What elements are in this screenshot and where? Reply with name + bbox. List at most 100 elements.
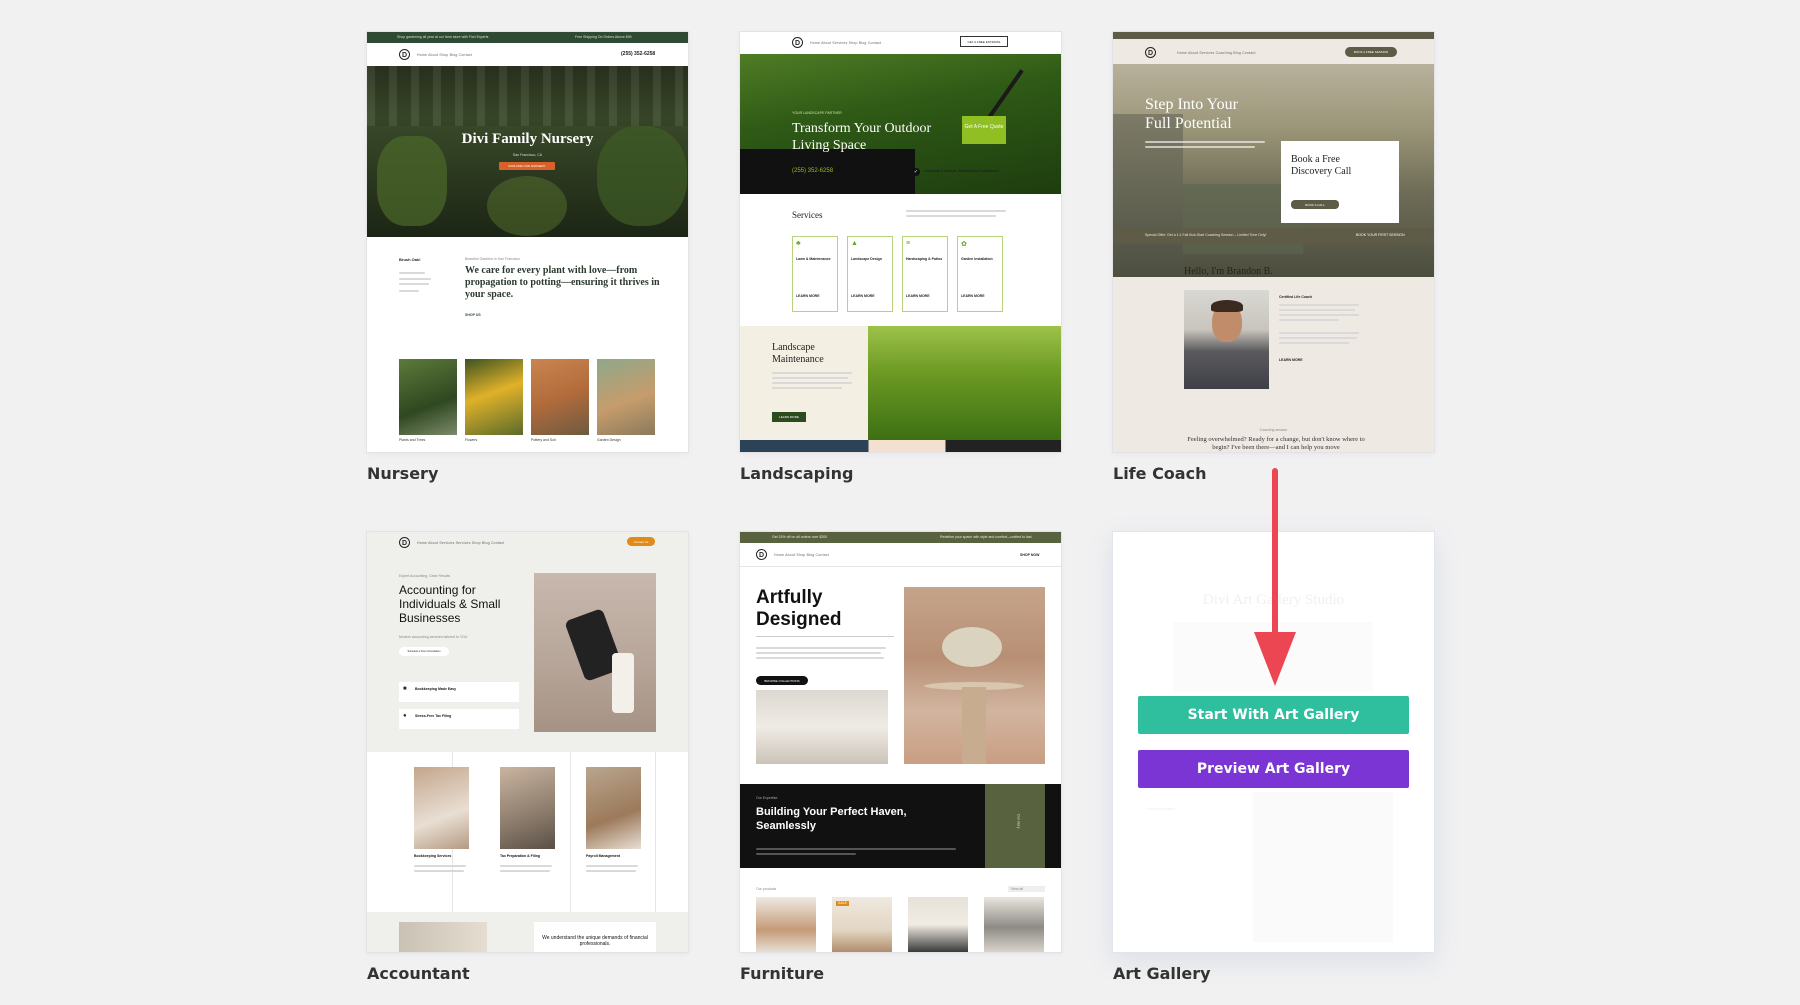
check-icon: ✓ [912, 168, 920, 176]
furniture-banner-title: Building Your Perfect Haven, Seamlessly [756, 806, 907, 832]
landscaping-grass-image [868, 326, 1061, 440]
accountant-service-title: Payroll Management [586, 854, 621, 858]
service-link[interactable]: LEARN MORE [961, 294, 985, 299]
coach-hello: Hello, I'm Brandon B. [1184, 266, 1273, 277]
landscaping-maint-title: Landscape Maintenance [772, 342, 824, 365]
coach-offer-link[interactable]: BOOK YOUR FIRST SESSION [1356, 233, 1405, 238]
leaf-icon: ♣ [796, 240, 801, 247]
service-title: Garden Installation [961, 257, 993, 261]
product-label: Plants and Trees [399, 438, 426, 442]
coach-nav-button[interactable]: BOOK A FREE SESSION [1345, 47, 1397, 57]
arrow-down-icon [1254, 468, 1296, 686]
plant-icon: ✿ [961, 241, 967, 248]
template-card-furniture[interactable]: Get 15% off on all orders over $200 Rede… [740, 532, 1061, 952]
furniture-product-image [756, 897, 816, 952]
furniture-hero-button[interactable]: BROWSE COLLECTIONS [756, 676, 808, 685]
service-card[interactable] [792, 236, 838, 312]
divi-logo-icon: D [399, 537, 410, 548]
template-name-landscaping: Landscaping [740, 464, 854, 483]
service-link[interactable]: LEARN MORE [851, 294, 875, 299]
landscaping-quote-button[interactable]: Get A Free Quote [962, 116, 1006, 144]
nursery-shipping-text: Free Shipping On Orders Above $99 [575, 35, 632, 39]
accountant-bottom-image [399, 922, 487, 952]
coach-portrait [1184, 290, 1269, 389]
furniture-view-all[interactable]: View all [1008, 886, 1045, 892]
nursery-intro-link[interactable]: SHOP US [465, 313, 481, 317]
gallery-ghost-text: Curated exhibitions [1145, 807, 1175, 811]
template-card-nursery[interactable]: Shop gardening all year at our farm stor… [367, 32, 688, 452]
template-card-life-coach[interactable]: D Home About Services Coaching Blog Cont… [1113, 32, 1434, 452]
coach-bottom-text: Feeling overwhelmed? Ready for a change,… [1187, 436, 1365, 451]
divi-logo-icon: D [1145, 47, 1156, 58]
furniture-promo-left: Get 15% off on all orders over $200 [772, 535, 828, 539]
furniture-nav-button[interactable]: SHOP NOW [1020, 553, 1039, 558]
preview-art-gallery-button[interactable]: Preview Art Gallery [1138, 750, 1409, 788]
nursery-phone: (255) 352-6258 [621, 51, 656, 57]
landscaping-hero-title: Transform Your Outdoor Living Space [792, 121, 932, 153]
sale-badge: SALE [836, 901, 849, 906]
furniture-side-panel: Our story [985, 784, 1045, 868]
service-link[interactable]: LEARN MORE [906, 294, 930, 299]
accountant-nav-button[interactable]: Contact Us [627, 537, 655, 546]
furniture-products-caption: Our products [756, 887, 777, 891]
start-with-art-gallery-button[interactable]: Start With Art Gallery [1138, 696, 1409, 734]
template-card-accountant[interactable]: D Home About Services Services Shop Blog… [367, 532, 688, 952]
nursery-hours-title: Brush Oak! [399, 257, 421, 262]
nursery-hero-title: Divi Family Nursery [461, 131, 594, 147]
coach-certified: Certified Life Coach [1279, 295, 1313, 299]
receipt-icon: ● [403, 713, 407, 719]
service-link[interactable]: LEARN MORE [796, 294, 820, 299]
nursery-intro-heading: We care for every plant with love—from p… [465, 265, 660, 300]
accountant-hero-button[interactable]: Schedule a Free Consultation [399, 647, 449, 656]
accountant-feature-title: Bookkeeping Made Easy [415, 687, 457, 691]
accountant-feature-card [399, 682, 519, 702]
service-card[interactable] [902, 236, 948, 312]
nursery-nav: Home About Shop Blog Contact [417, 53, 473, 57]
nursery-hero-image [367, 66, 688, 237]
furniture-product-image [984, 897, 1044, 952]
template-name-accountant: Accountant [367, 964, 470, 983]
product-label: Garden Design [597, 438, 621, 442]
service-image [500, 767, 555, 849]
furniture-sofa-image [756, 690, 888, 764]
furniture-table-image [904, 587, 1045, 764]
template-name-life-coach: Life Coach [1113, 464, 1207, 483]
divi-logo-icon: D [756, 549, 767, 560]
landscaping-nav: Home About Services Shop Blog Contact [810, 41, 882, 45]
service-image [414, 767, 469, 849]
accountant-feature-card [399, 709, 519, 729]
template-card-landscaping[interactable]: D Home About Services Shop Blog Contact … [740, 32, 1061, 452]
coach-hero-title: Step Into Your Full Potential [1145, 96, 1238, 132]
landscaping-maint-button[interactable]: LEARN MORE [772, 412, 806, 422]
coach-topbar [1113, 32, 1434, 39]
landscaping-nav-button[interactable]: GET A FREE ESTIMATE [960, 36, 1008, 47]
coach-offer-bar: Special Offer: Get a 1:1 Fall Kick-Start… [1113, 228, 1434, 243]
nursery-topbar-text: Shop gardening all year at our farm stor… [397, 35, 489, 39]
template-name-furniture: Furniture [740, 964, 825, 983]
tree-icon: ▲ [851, 240, 858, 247]
furniture-side-label: Our story [1016, 814, 1021, 829]
nursery-topbar: Shop gardening all year at our farm stor… [367, 32, 688, 43]
product-image-flowers [465, 359, 523, 435]
coach-bottom-caption: Coaching session [1259, 428, 1288, 432]
accountant-hero-sub: Modern accounting services tailored to Y… [399, 635, 468, 639]
landscaping-phone: (255) 352-6258 [792, 168, 834, 174]
coach-read-more[interactable]: LEARN MORE [1279, 358, 1303, 363]
coach-card-button[interactable]: BOOK A CALL [1291, 200, 1339, 209]
product-label: Flowers [465, 438, 478, 442]
accountant-bottom-text: We understand the unique demands of fina… [542, 935, 648, 947]
coach-nav: Home About Services Coaching Blog Contac… [1177, 51, 1256, 55]
furniture-nav: Home About Shop Blog Contact [774, 553, 830, 557]
service-card[interactable] [847, 236, 893, 312]
furniture-hero-title: Artfully Designed [756, 587, 842, 630]
document-icon: ■ [403, 686, 407, 692]
nursery-hero-button[interactable]: EXPLORE OUR NURSERY [499, 162, 555, 170]
furniture-promo-bar: Get 15% off on all orders over $200 Rede… [740, 532, 1061, 543]
product-label: Pottery and Soil [531, 438, 556, 442]
furniture-promo-right: Redefine your space with style and comfo… [940, 535, 1033, 539]
nursery-hero-sub: San Francisco, CA [512, 153, 543, 157]
furniture-product-image [908, 897, 968, 952]
coach-offer-text: Special Offer: Get a 1:1 Fall Kick-Start… [1145, 233, 1267, 237]
accountant-feature-title: Stress-Free Tax Filing [415, 714, 452, 718]
accountant-eyebrow: Expert Accounting, Clear Results [399, 574, 451, 578]
